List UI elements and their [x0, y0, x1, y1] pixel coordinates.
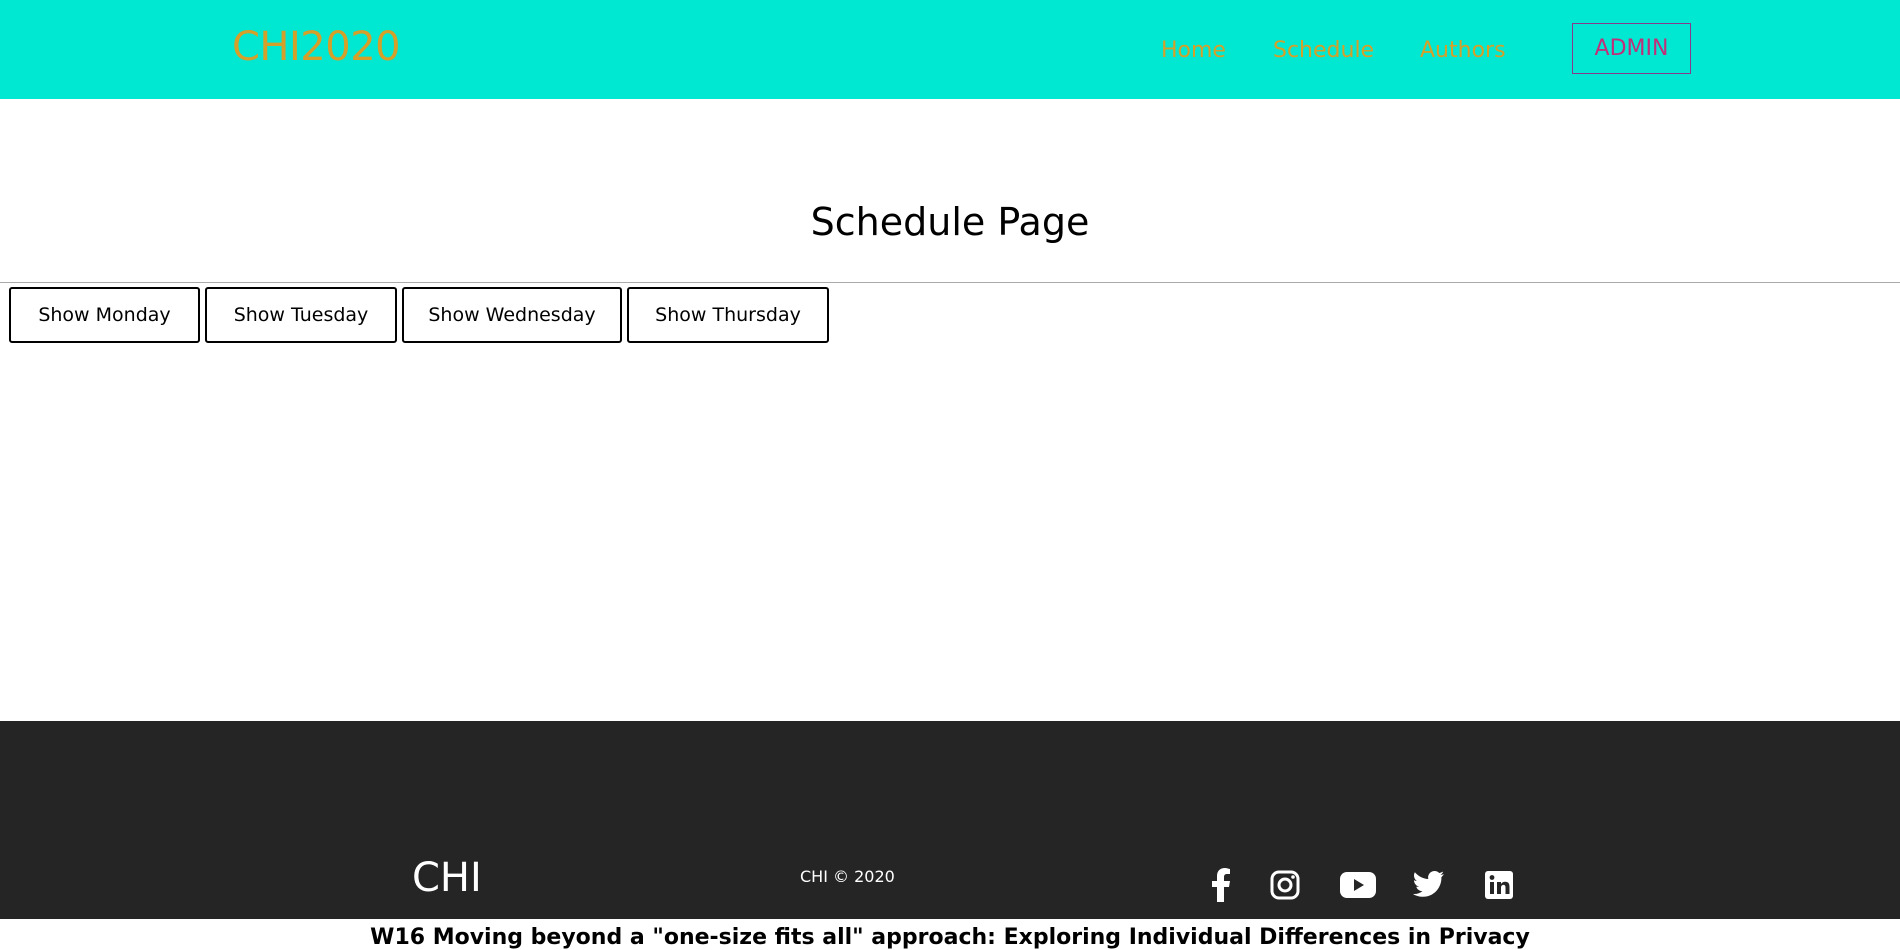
show-wednesday-button[interactable]: Show Wednesday	[402, 287, 622, 343]
instagram-icon[interactable]	[1267, 867, 1303, 903]
nav-link-authors[interactable]: Authors	[1420, 38, 1506, 63]
top-navbar: CHI2020 Home Schedule Authors ADMIN	[0, 0, 1900, 99]
facebook-icon[interactable]	[1203, 867, 1239, 903]
linkedin-icon[interactable]	[1481, 867, 1517, 903]
show-monday-button[interactable]: Show Monday	[9, 287, 200, 343]
show-tuesday-button[interactable]: Show Tuesday	[205, 287, 397, 343]
footer: CHI CHI © 2020	[0, 721, 1900, 919]
footer-logo: CHI	[412, 855, 482, 901]
divider	[0, 282, 1900, 283]
schedule-entry-title: W16 Moving beyond a "one-size fits all" …	[370, 925, 1530, 950]
footer-copyright: CHI © 2020	[800, 867, 895, 886]
nav-link-schedule[interactable]: Schedule	[1273, 38, 1374, 63]
twitter-icon[interactable]	[1410, 867, 1446, 903]
page-title: Schedule Page	[810, 200, 1090, 244]
youtube-icon[interactable]	[1338, 867, 1378, 903]
site-logo[interactable]: CHI2020	[232, 24, 401, 70]
show-thursday-button[interactable]: Show Thursday	[627, 287, 829, 343]
admin-button[interactable]: ADMIN	[1572, 23, 1691, 74]
nav-link-home[interactable]: Home	[1161, 38, 1226, 63]
